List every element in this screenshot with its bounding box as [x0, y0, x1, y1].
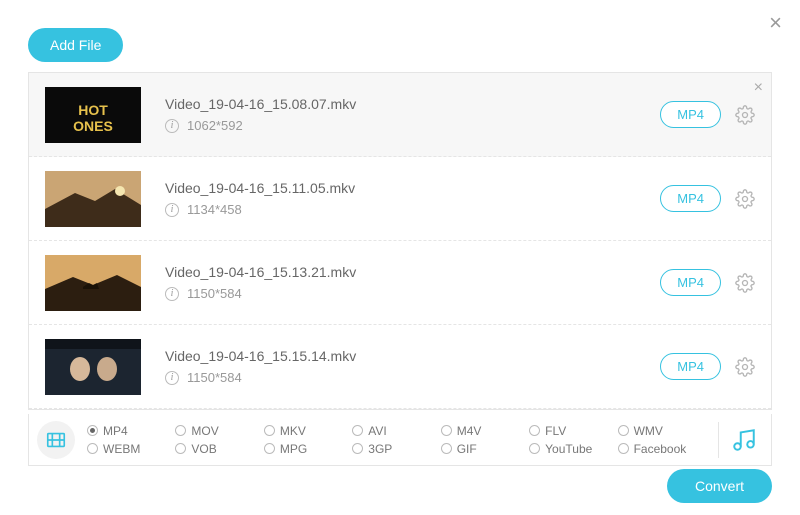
- svg-text:HOT: HOT: [78, 102, 108, 118]
- format-label: Facebook: [634, 442, 687, 456]
- format-options: MP4 MOV MKV AVI M4V FLV WMV WEBM VOB MPG…: [87, 424, 706, 456]
- radio-icon: [87, 443, 98, 454]
- add-file-button[interactable]: Add File: [28, 28, 123, 62]
- radio-icon: [441, 443, 452, 454]
- info-icon[interactable]: i: [165, 203, 179, 217]
- radio-icon: [264, 425, 275, 436]
- radio-icon: [618, 443, 629, 454]
- format-option[interactable]: MP4: [87, 424, 175, 438]
- format-option[interactable]: YouTube: [529, 442, 617, 456]
- file-resolution: 1150*584: [187, 370, 242, 385]
- format-label: MP4: [103, 424, 128, 438]
- info-icon[interactable]: i: [165, 287, 179, 301]
- radio-icon: [441, 425, 452, 436]
- format-label: M4V: [457, 424, 482, 438]
- file-row[interactable]: × HOTONES Video_19-04-16_15.08.07.mkv i …: [29, 73, 771, 157]
- radio-icon: [618, 425, 629, 436]
- file-row[interactable]: Video_19-04-16_15.11.05.mkv i 1134*458 M…: [29, 157, 771, 241]
- format-option[interactable]: GIF: [441, 442, 529, 456]
- row-close-icon[interactable]: ×: [754, 79, 763, 97]
- format-label: GIF: [457, 442, 477, 456]
- video-thumbnail: [45, 255, 141, 311]
- output-format-button[interactable]: MP4: [660, 353, 721, 380]
- format-label: MKV: [280, 424, 306, 438]
- format-option[interactable]: WEBM: [87, 442, 175, 456]
- video-mode-icon[interactable]: [37, 421, 75, 459]
- info-icon[interactable]: i: [165, 371, 179, 385]
- format-label: 3GP: [368, 442, 392, 456]
- output-format-button[interactable]: MP4: [660, 269, 721, 296]
- format-option[interactable]: MOV: [175, 424, 263, 438]
- gear-icon[interactable]: [735, 357, 755, 377]
- video-thumbnail: HOTONES: [45, 87, 141, 143]
- radio-icon: [87, 425, 98, 436]
- radio-icon: [529, 443, 540, 454]
- radio-icon: [352, 425, 363, 436]
- file-name: Video_19-04-16_15.11.05.mkv: [165, 180, 660, 196]
- format-label: WMV: [634, 424, 663, 438]
- file-name: Video_19-04-16_15.08.07.mkv: [165, 96, 660, 112]
- format-label: FLV: [545, 424, 566, 438]
- gear-icon[interactable]: [735, 273, 755, 293]
- file-resolution: 1062*592: [187, 118, 243, 133]
- radio-icon: [529, 425, 540, 436]
- info-icon[interactable]: i: [165, 119, 179, 133]
- file-name: Video_19-04-16_15.15.14.mkv: [165, 348, 660, 364]
- divider: [718, 422, 719, 458]
- format-option[interactable]: MPG: [264, 442, 352, 456]
- output-format-button[interactable]: MP4: [660, 185, 721, 212]
- format-option[interactable]: AVI: [352, 424, 440, 438]
- radio-icon: [175, 425, 186, 436]
- format-option[interactable]: MKV: [264, 424, 352, 438]
- file-row[interactable]: Video_19-04-16_15.13.21.mkv i 1150*584 M…: [29, 241, 771, 325]
- svg-text:ONES: ONES: [73, 118, 113, 134]
- format-label: WEBM: [103, 442, 140, 456]
- format-option[interactable]: 3GP: [352, 442, 440, 456]
- radio-icon: [264, 443, 275, 454]
- format-label: MPG: [280, 442, 307, 456]
- format-option[interactable]: VOB: [175, 442, 263, 456]
- format-label: MOV: [191, 424, 218, 438]
- format-bar: MP4 MOV MKV AVI M4V FLV WMV WEBM VOB MPG…: [28, 414, 772, 466]
- gear-icon[interactable]: [735, 105, 755, 125]
- radio-icon: [175, 443, 186, 454]
- format-option[interactable]: Facebook: [618, 442, 706, 456]
- video-thumbnail: [45, 339, 141, 395]
- format-label: AVI: [368, 424, 386, 438]
- file-resolution: 1134*458: [187, 202, 242, 217]
- file-name: Video_19-04-16_15.13.21.mkv: [165, 264, 660, 280]
- file-row[interactable]: Video_19-04-16_15.15.14.mkv i 1150*584 M…: [29, 325, 771, 409]
- window-close-icon[interactable]: ×: [769, 10, 782, 36]
- convert-button[interactable]: Convert: [667, 469, 772, 503]
- output-format-button[interactable]: MP4: [660, 101, 721, 128]
- radio-icon: [352, 443, 363, 454]
- format-option[interactable]: M4V: [441, 424, 529, 438]
- format-label: VOB: [191, 442, 216, 456]
- audio-mode-icon[interactable]: [731, 427, 763, 453]
- gear-icon[interactable]: [735, 189, 755, 209]
- file-list: × HOTONES Video_19-04-16_15.08.07.mkv i …: [28, 72, 772, 410]
- file-resolution: 1150*584: [187, 286, 242, 301]
- format-option[interactable]: WMV: [618, 424, 706, 438]
- format-label: YouTube: [545, 442, 592, 456]
- format-option[interactable]: FLV: [529, 424, 617, 438]
- video-thumbnail: [45, 171, 141, 227]
